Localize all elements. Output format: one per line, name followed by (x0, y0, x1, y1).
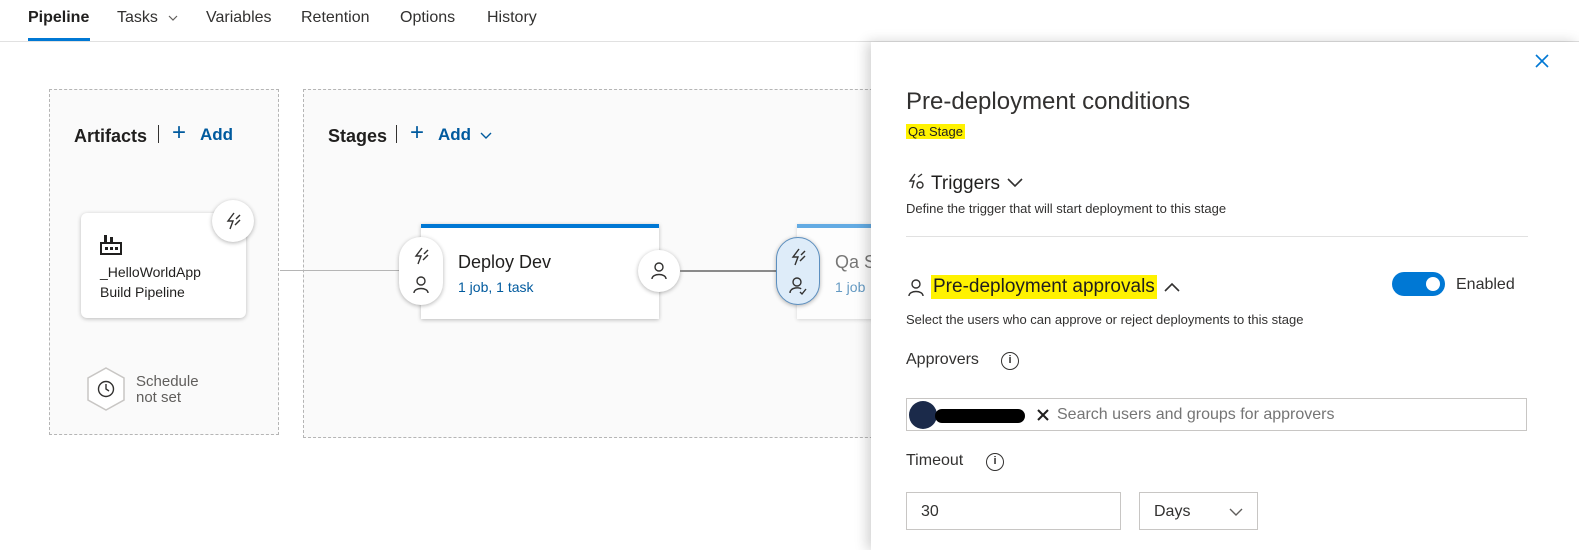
stage-name: Qa S (835, 252, 877, 272)
tab-options[interactable]: Options (400, 9, 455, 27)
triggers-section-toggle[interactable]: Triggers (906, 172, 1036, 196)
schedule-button[interactable] (85, 366, 127, 412)
toggle-label: Enabled (1456, 276, 1515, 293)
approvers-search-input[interactable] (1057, 403, 1517, 426)
chevron-down-icon (1229, 508, 1243, 516)
section-separator (906, 236, 1528, 237)
approvals-section-toggle[interactable]: Pre-deployment approvals (906, 275, 1206, 301)
connector-to-dev (303, 270, 403, 271)
stages-title: Stages (328, 126, 388, 146)
pre-deployment-conditions-panel: Pre-deployment conditions Qa Stage Trigg… (871, 42, 1579, 550)
stage-detail-link[interactable]: 1 job, 1 task (458, 279, 534, 295)
tab-pipeline[interactable]: Pipeline (28, 9, 89, 27)
person-check-icon (789, 277, 807, 296)
person-icon (651, 262, 667, 280)
panel-title: Pre-deployment conditions (906, 88, 1191, 115)
tab-tasks[interactable]: Tasks (117, 9, 178, 27)
schedule-label-line1: Schedule (136, 373, 199, 390)
triggers-heading: Triggers (931, 173, 1000, 194)
stage-card-deploy-dev[interactable]: Deploy Dev 1 job, 1 task (421, 224, 659, 319)
tab-retention[interactable]: Retention (301, 9, 370, 27)
tab-history[interactable]: History (487, 9, 537, 27)
approver-avatar (909, 401, 937, 429)
artifacts-divider (158, 125, 159, 143)
connector-artifact-left (280, 270, 304, 271)
add-stage-label: Add (438, 125, 472, 144)
chevron-up-icon (1164, 282, 1180, 292)
pre-deployment-conditions-button-dev[interactable] (399, 237, 443, 305)
approvals-enabled-toggle[interactable] (1392, 272, 1445, 296)
lightning-icon (414, 247, 429, 265)
panel-stage-name: Qa Stage (906, 124, 965, 139)
lightning-icon (226, 212, 241, 230)
timeout-label: Timeout (906, 452, 964, 469)
artifact-name-line1: _HelloWorldApp (100, 264, 201, 280)
pre-deployment-conditions-button-qa[interactable] (776, 237, 820, 305)
chevron-down-icon (480, 132, 492, 139)
close-icon[interactable] (1534, 53, 1550, 69)
artifacts-title: Artifacts (74, 126, 148, 146)
plus-icon: + (410, 119, 425, 146)
toggle-knob (1426, 277, 1440, 291)
approvers-label: Approvers (906, 351, 979, 368)
add-artifact-label: Add (200, 125, 234, 144)
add-stage-button[interactable]: + Add (410, 119, 500, 147)
remove-icon[interactable] (1036, 408, 1050, 422)
clock-icon (97, 380, 115, 398)
triggers-description: Define the trigger that will start deplo… (906, 201, 1227, 216)
approvals-heading: Pre-deployment approvals (931, 275, 1157, 299)
approvers-picker[interactable] (906, 398, 1527, 431)
stage-detail-link[interactable]: 1 job (835, 279, 865, 295)
trigger-icon (908, 173, 924, 189)
person-icon (413, 276, 429, 294)
stage-name: Deploy Dev (458, 252, 552, 272)
pipeline-tab-bar: Pipeline Tasks Variables Retention Optio… (0, 0, 1579, 42)
chevron-down-icon (1007, 178, 1023, 188)
approvals-description: Select the users who can approve or reje… (906, 312, 1304, 327)
continuous-deployment-trigger-button[interactable] (212, 200, 254, 242)
artifact-name-line2: Build Pipeline (100, 284, 185, 300)
stages-divider (396, 125, 397, 143)
info-icon[interactable]: i (1001, 352, 1019, 370)
plus-icon: + (172, 119, 187, 146)
tab-variables[interactable]: Variables (206, 9, 272, 27)
tab-tasks-label: Tasks (117, 9, 158, 26)
connector-dev-to-qa (680, 270, 780, 272)
timeout-value-input[interactable]: 30 (906, 492, 1121, 530)
add-artifact-button[interactable]: + Add (172, 119, 242, 147)
post-deployment-conditions-button-dev[interactable] (638, 250, 680, 292)
approver-name-redacted (935, 409, 1025, 423)
timeout-unit-select[interactable]: Days (1139, 492, 1258, 530)
schedule-label-line2: not set (136, 389, 182, 406)
timeout-value: 30 (921, 503, 939, 520)
timeout-unit: Days (1154, 503, 1191, 520)
building-icon (100, 235, 122, 255)
info-icon[interactable]: i (986, 453, 1004, 471)
chevron-down-icon (168, 15, 178, 21)
person-icon (908, 279, 924, 297)
active-tab-indicator (28, 38, 90, 41)
lightning-icon (791, 248, 806, 266)
